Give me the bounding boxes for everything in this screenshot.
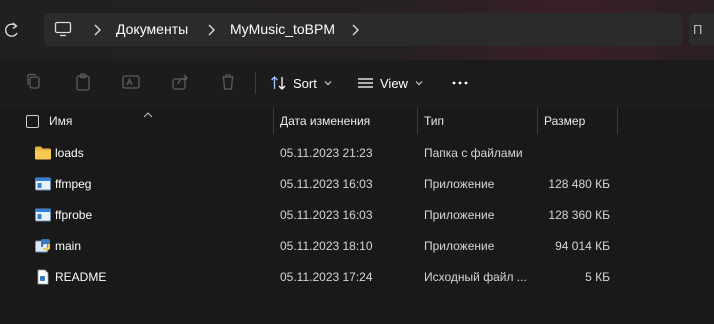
copy-icon[interactable] bbox=[24, 72, 44, 92]
delete-icon[interactable] bbox=[218, 72, 238, 92]
file-name: ffmpeg bbox=[55, 177, 92, 191]
file-type: Приложение bbox=[424, 239, 495, 253]
rename-icon[interactable] bbox=[121, 72, 141, 92]
breadcrumb-documents[interactable]: Документы bbox=[116, 21, 188, 37]
file-date: 05.11.2023 16:03 bbox=[280, 208, 373, 222]
toolbar-divider bbox=[255, 72, 256, 94]
file-row-readme[interactable]: README 05.11.2023 17:24 Исходный файл ..… bbox=[0, 262, 714, 293]
search-input[interactable]: П bbox=[689, 13, 714, 46]
file-date: 05.11.2023 18:10 bbox=[280, 239, 373, 253]
sort-button[interactable]: Sort bbox=[270, 70, 338, 96]
command-toolbar: Sort View bbox=[0, 60, 714, 107]
file-row-ffprobe[interactable]: ffprobe 05.11.2023 16:03 Приложение 128 … bbox=[0, 200, 714, 231]
file-name: ffprobe bbox=[55, 208, 93, 222]
application-icon bbox=[34, 176, 52, 192]
python-app-icon bbox=[34, 238, 52, 254]
file-size: 128 360 КБ bbox=[548, 208, 610, 222]
sort-icon bbox=[271, 76, 286, 90]
this-pc-icon[interactable] bbox=[54, 21, 72, 40]
chevron-right-icon[interactable] bbox=[206, 24, 216, 36]
file-type: Приложение bbox=[424, 208, 495, 222]
chevron-down-icon bbox=[324, 81, 332, 86]
folder-icon bbox=[34, 145, 52, 161]
share-icon[interactable] bbox=[170, 72, 190, 92]
view-button[interactable]: View bbox=[357, 70, 429, 96]
file-name: loads bbox=[55, 146, 84, 160]
file-size: 128 480 КБ bbox=[548, 177, 610, 191]
sort-label: Sort bbox=[293, 75, 317, 91]
column-header-size[interactable]: Размер bbox=[544, 114, 585, 128]
sort-ascending-icon bbox=[143, 107, 153, 121]
file-type: Папка с файлами bbox=[424, 146, 523, 160]
file-size: 94 014 КБ bbox=[555, 239, 610, 253]
file-row-main[interactable]: main 05.11.2023 18:10 Приложение 94 014 … bbox=[0, 231, 714, 262]
navigation-bar: Документы MyMusic_toBPM П bbox=[0, 0, 714, 60]
address-bar[interactable]: Документы MyMusic_toBPM bbox=[44, 13, 682, 46]
file-name: main bbox=[55, 239, 82, 253]
more-icon[interactable] bbox=[450, 73, 470, 93]
paste-icon[interactable] bbox=[73, 72, 93, 92]
refresh-icon[interactable] bbox=[4, 20, 22, 40]
application-icon bbox=[34, 207, 52, 223]
document-icon bbox=[34, 269, 52, 285]
file-date: 05.11.2023 16:03 bbox=[280, 177, 373, 191]
column-header-name[interactable]: Имя bbox=[49, 114, 72, 128]
breadcrumb-mymusic[interactable]: MyMusic_toBPM bbox=[230, 21, 335, 37]
search-placeholder: П bbox=[693, 22, 703, 37]
chevron-down-icon bbox=[415, 81, 423, 86]
file-row-ffmpeg[interactable]: ffmpeg 05.11.2023 16:03 Приложение 128 4… bbox=[0, 169, 714, 200]
file-row-loads[interactable]: loads 05.11.2023 21:23 Папка с файлами bbox=[0, 138, 714, 169]
chevron-right-icon[interactable] bbox=[350, 24, 360, 36]
file-date: 05.11.2023 21:23 bbox=[280, 146, 373, 160]
column-divider[interactable] bbox=[617, 108, 618, 134]
column-divider[interactable] bbox=[537, 108, 538, 134]
file-date: 05.11.2023 17:24 bbox=[280, 270, 373, 284]
file-name: README bbox=[55, 270, 107, 284]
column-divider[interactable] bbox=[417, 108, 418, 134]
column-header-row: Имя Дата изменения Тип Размер bbox=[0, 108, 714, 134]
column-divider[interactable] bbox=[273, 108, 274, 134]
file-type: Приложение bbox=[424, 177, 495, 191]
file-type: Исходный файл ... bbox=[424, 270, 527, 284]
select-all-checkbox[interactable] bbox=[26, 115, 39, 128]
column-header-date[interactable]: Дата изменения bbox=[280, 114, 370, 128]
chevron-right-icon[interactable] bbox=[92, 24, 102, 36]
file-size: 5 КБ bbox=[585, 270, 610, 284]
view-icon bbox=[358, 78, 373, 88]
view-label: View bbox=[380, 75, 408, 91]
column-header-type[interactable]: Тип bbox=[424, 114, 444, 128]
